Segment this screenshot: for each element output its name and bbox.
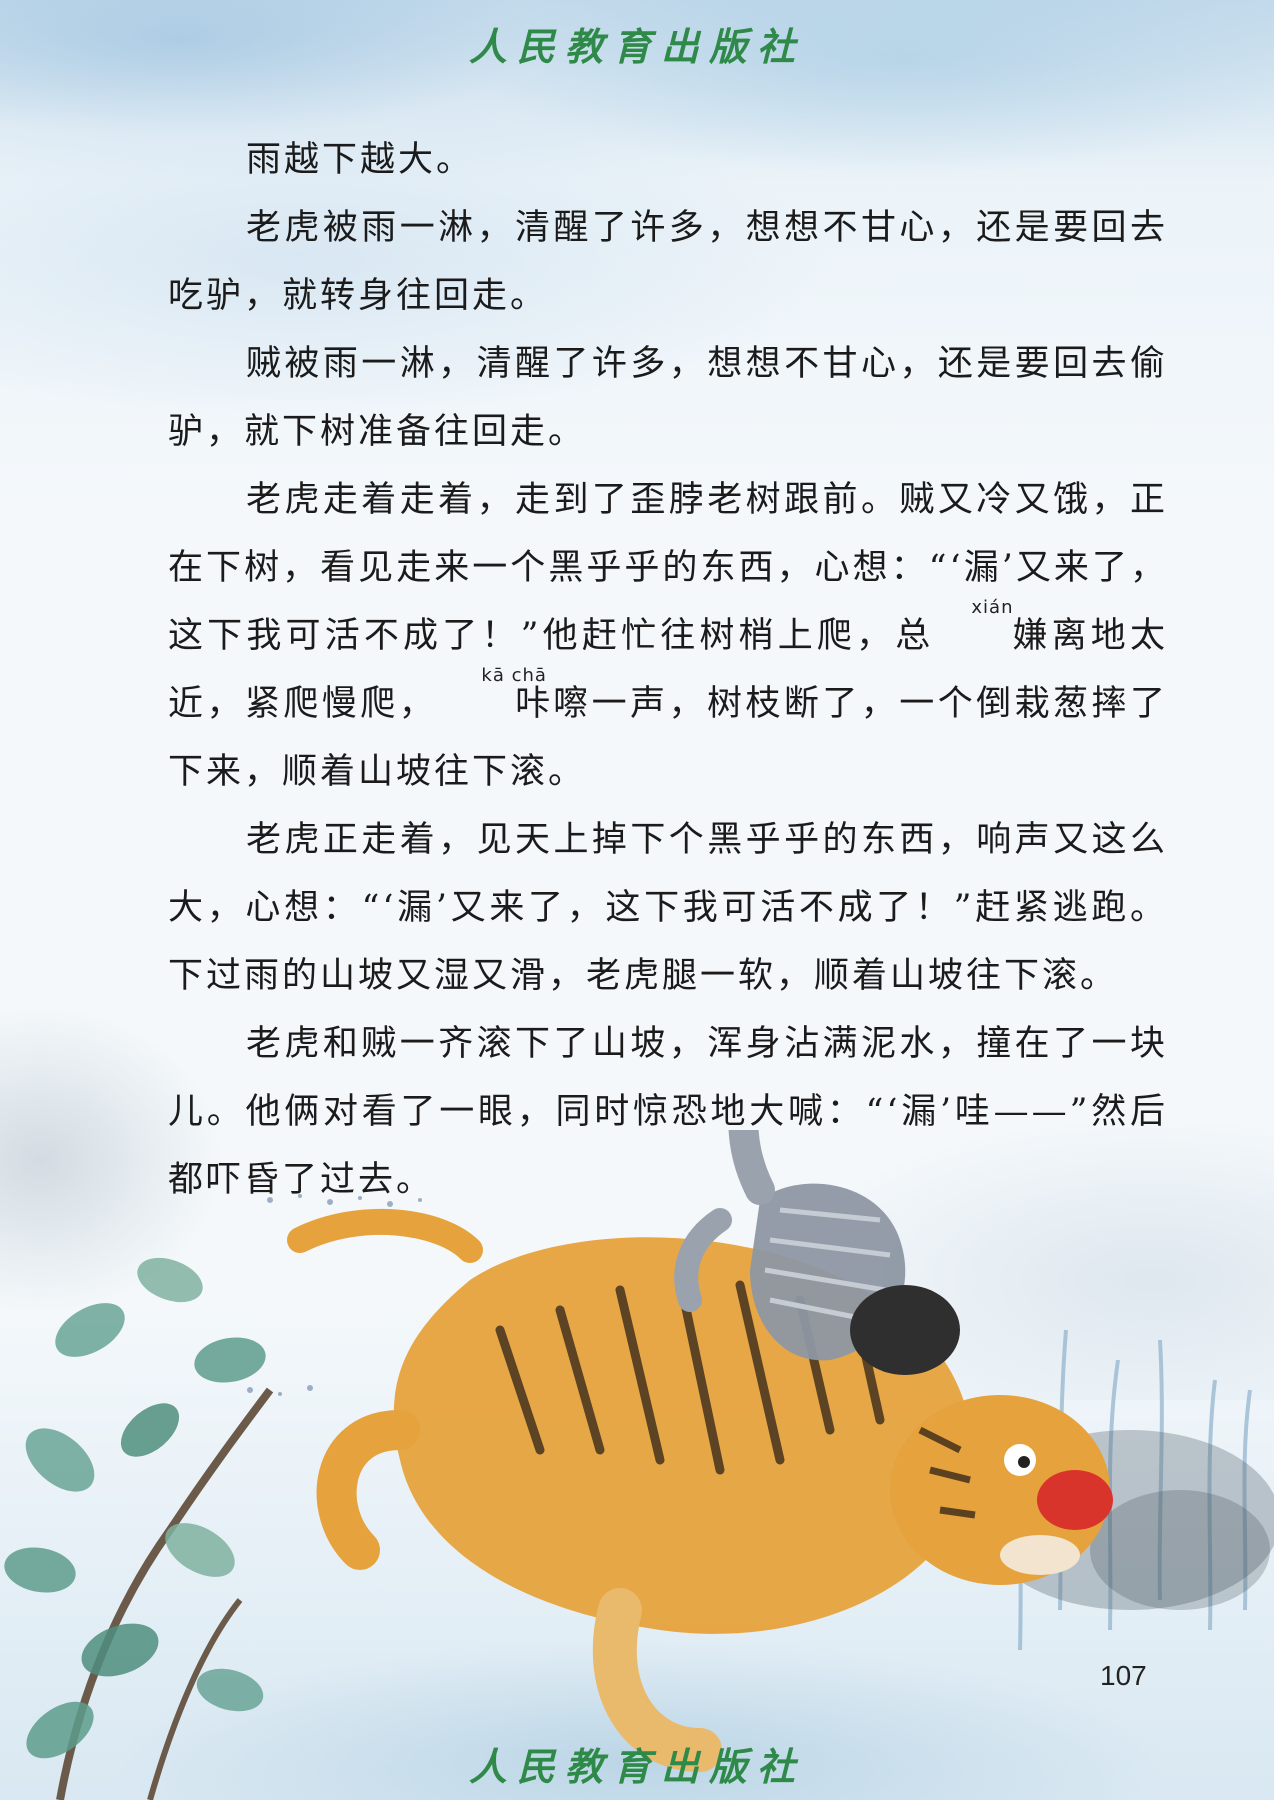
publisher-header: 人民教育出版社	[468, 24, 805, 69]
paragraph-1: 雨越下越大。	[246, 140, 475, 180]
tiger-nose	[1037, 1470, 1113, 1530]
publisher-footer: 人民教育出版社	[468, 1744, 805, 1789]
annotated-word-kacha: kā chā 咔嚓	[437, 665, 591, 738]
tiger	[287, 1208, 1113, 1772]
paragraph-3: 贼被雨一淋，清醒了许多，想想不甘心，还是要回去偷驴，就下树准备往回走。	[168, 344, 1168, 452]
pinyin-kacha: kā chā	[481, 665, 547, 686]
pinyin-xian: xián	[971, 597, 1014, 618]
annotated-word-xian: xián 嫌	[934, 597, 1051, 670]
page-number: 107	[1100, 1660, 1147, 1691]
paragraph-4: 老虎走着走着，走到了歪脖老树跟前。贼又冷又饿，正在下树，看见走来一个黑乎乎的东西…	[168, 466, 1168, 806]
paragraph-5: 老虎正走着，见天上掉下个黑乎乎的东西，响声又这么大，心想：“‘漏’又来了，这下我…	[168, 820, 1168, 996]
paragraph-2: 老虎被雨一淋，清醒了许多，想想不甘心，还是要回去吃驴，就转身往回走。	[168, 208, 1168, 316]
story-text: 雨越下越大。 老虎被雨一淋，清醒了许多，想想不甘心，还是要回去吃驴，就转身往回走…	[168, 126, 1168, 1214]
plant-leaves-left	[4, 1257, 274, 1800]
word-xian: 嫌	[1012, 616, 1051, 656]
dust-cloud-dark	[1090, 1490, 1270, 1610]
tiger-and-thief-illustration	[4, 1130, 1274, 1800]
thief-hair	[850, 1285, 960, 1375]
